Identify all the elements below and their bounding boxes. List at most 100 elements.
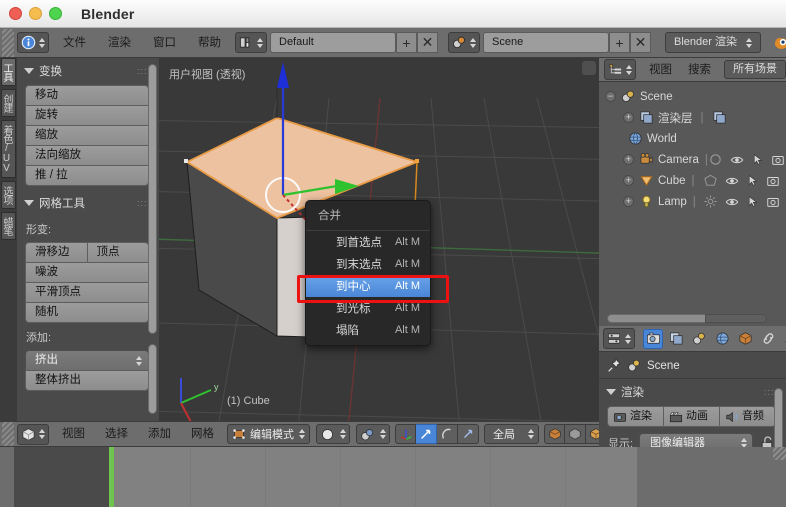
extrude-dropdown[interactable]: 挤出: [25, 350, 149, 371]
properties-editor-spinner[interactable]: [624, 333, 631, 344]
menu-item-merge-at-last[interactable]: 到末选点 Alt M: [306, 253, 430, 275]
occlude-geometry-button[interactable]: [565, 424, 586, 444]
outliner-row-cube[interactable]: + Cube |: [605, 170, 786, 191]
manipulator-scale-button[interactable]: [458, 424, 479, 444]
scene-browse-spinner[interactable]: [469, 37, 476, 48]
mesh-tools-panel-header[interactable]: 网格工具 ::::: [17, 186, 159, 215]
scene-browse-selector[interactable]: [448, 32, 480, 53]
view3d-editor-spinner[interactable]: [38, 429, 45, 439]
window-resize-grip[interactable]: [773, 447, 786, 460]
scale-button[interactable]: 缩放: [25, 125, 149, 146]
outliner-editor-spinner[interactable]: [625, 64, 632, 75]
outliner-restrict-columns[interactable]: [703, 173, 786, 188]
toolshelf-scrollbar[interactable]: [148, 64, 157, 334]
render-engine-selector[interactable]: Blender 渲染: [665, 32, 761, 53]
cursor-arrow-icon[interactable]: [751, 153, 764, 166]
randomize-button[interactable]: 随机: [25, 302, 149, 323]
menu-file[interactable]: 文件: [52, 29, 97, 57]
edge-slide-button[interactable]: 滑移边: [25, 242, 88, 263]
shrink-fatten-button[interactable]: 法向缩放: [25, 145, 149, 166]
view3d-editor-type-selector[interactable]: [17, 423, 49, 445]
outliner-menu-view[interactable]: 视图: [642, 59, 679, 81]
timeline-editor[interactable]: [0, 447, 786, 507]
eye-icon[interactable]: [725, 195, 739, 209]
orientation-spinner[interactable]: [527, 429, 534, 439]
menu-window[interactable]: 窗口: [142, 29, 187, 57]
interaction-mode-selector[interactable]: 编辑模式: [227, 424, 310, 444]
delete-scene-button[interactable]: ✕: [630, 32, 651, 53]
tab-shading-uv[interactable]: 着色/UV: [1, 120, 16, 178]
expand-icon[interactable]: +: [623, 112, 634, 123]
properties-tab-render[interactable]: [643, 328, 663, 349]
screen-layout-name[interactable]: Default: [270, 32, 396, 53]
menu-item-collapse[interactable]: 塌陷 Alt M: [306, 319, 430, 341]
limit-selection-button[interactable]: [586, 424, 599, 444]
outliner-row-lamp[interactable]: + Lamp |: [605, 191, 786, 212]
viewport-properties-toggle[interactable]: [582, 61, 596, 75]
extrude-spinner[interactable]: [135, 355, 142, 366]
noise-button[interactable]: 噪波: [25, 262, 149, 283]
minimize-button[interactable]: [29, 7, 42, 20]
properties-tab-object[interactable]: [735, 329, 755, 349]
menu-item-merge-at-center[interactable]: 到中心 Alt M: [306, 275, 430, 297]
render-audio-button[interactable]: 音频: [720, 406, 776, 427]
translate-button[interactable]: 移动: [25, 85, 149, 106]
maximize-button[interactable]: [49, 7, 62, 20]
tab-grease-pencil[interactable]: 蜡笔: [1, 212, 16, 240]
info-editor-type-selector[interactable]: [17, 32, 49, 53]
render-engine-spinner[interactable]: [745, 37, 752, 48]
outliner-horizontal-scrollbar[interactable]: [607, 314, 767, 323]
add-screen-button[interactable]: +: [396, 32, 417, 53]
transform-orientation-selector[interactable]: 全局: [484, 424, 539, 444]
texture-solid-button[interactable]: [544, 424, 565, 444]
properties-tab-render-layers[interactable]: [666, 329, 686, 349]
pivot-point-selector[interactable]: [316, 424, 350, 444]
editor-type-spinner[interactable]: [38, 37, 45, 48]
menu-item-merge-at-first[interactable]: 到首选点 Alt M: [306, 231, 430, 253]
close-button[interactable]: [9, 7, 22, 20]
toolshelf-scrollbar-lower[interactable]: [148, 344, 157, 414]
cursor-arrow-icon[interactable]: [746, 174, 759, 187]
outliner-row-render-layer[interactable]: + 渲染层 |: [605, 107, 786, 128]
properties-tab-world[interactable]: [712, 329, 732, 349]
outliner-row-world[interactable]: World: [605, 128, 786, 149]
smooth-vertex-button[interactable]: 平滑顶点: [25, 282, 149, 303]
camera-restrict-icon[interactable]: [766, 195, 780, 209]
topbar-resize-grip[interactable]: [2, 28, 14, 57]
viewport-menu-mesh[interactable]: 网格: [181, 422, 224, 446]
outliner-restrict-columns[interactable]: [703, 194, 786, 209]
properties-tab-modifiers[interactable]: [781, 329, 786, 349]
viewport-menu-select[interactable]: 选择: [95, 422, 138, 446]
shading-mode-selector[interactable]: [356, 424, 390, 444]
shading-spinner[interactable]: [379, 429, 386, 439]
eye-icon[interactable]: [730, 153, 744, 167]
render-panel-header[interactable]: 渲染 ::::: [599, 379, 786, 404]
expand-icon[interactable]: +: [623, 175, 634, 186]
pin-icon[interactable]: [607, 358, 622, 373]
menu-help[interactable]: 帮助: [187, 29, 232, 57]
mode-spinner[interactable]: [298, 429, 305, 439]
add-scene-button[interactable]: +: [609, 32, 630, 53]
merge-context-menu[interactable]: 合并 到首选点 Alt M 到末选点 Alt M 到中心 Alt M 到光标 A…: [305, 200, 431, 346]
rotate-button[interactable]: 旋转: [25, 105, 149, 126]
eye-icon[interactable]: [725, 174, 739, 188]
expand-icon[interactable]: +: [623, 154, 634, 165]
cursor-arrow-icon[interactable]: [746, 195, 759, 208]
extrude-region-button[interactable]: 整体挤出: [25, 370, 149, 391]
expand-icon[interactable]: +: [623, 196, 634, 207]
properties-editor-type-selector[interactable]: [603, 328, 635, 349]
push-pull-button[interactable]: 推 / 拉: [25, 165, 149, 186]
viewport-header-grip[interactable]: [2, 422, 14, 446]
outliner-menu-search[interactable]: 搜索: [681, 59, 718, 81]
manipulator-translate-button[interactable]: [416, 424, 437, 444]
vertex-slide-button[interactable]: 顶点: [87, 242, 149, 263]
scene-name[interactable]: Scene: [483, 32, 609, 53]
properties-tab-scene[interactable]: [689, 329, 709, 349]
outliner-editor-type-selector[interactable]: [604, 59, 636, 80]
tab-options[interactable]: 选项: [1, 181, 16, 209]
tab-create[interactable]: 创建: [1, 89, 16, 117]
window-controls[interactable]: [0, 7, 62, 20]
outliner-row-camera[interactable]: + Camera |: [605, 149, 786, 170]
camera-restrict-icon[interactable]: [771, 153, 785, 167]
delete-screen-button[interactable]: ✕: [417, 32, 438, 53]
